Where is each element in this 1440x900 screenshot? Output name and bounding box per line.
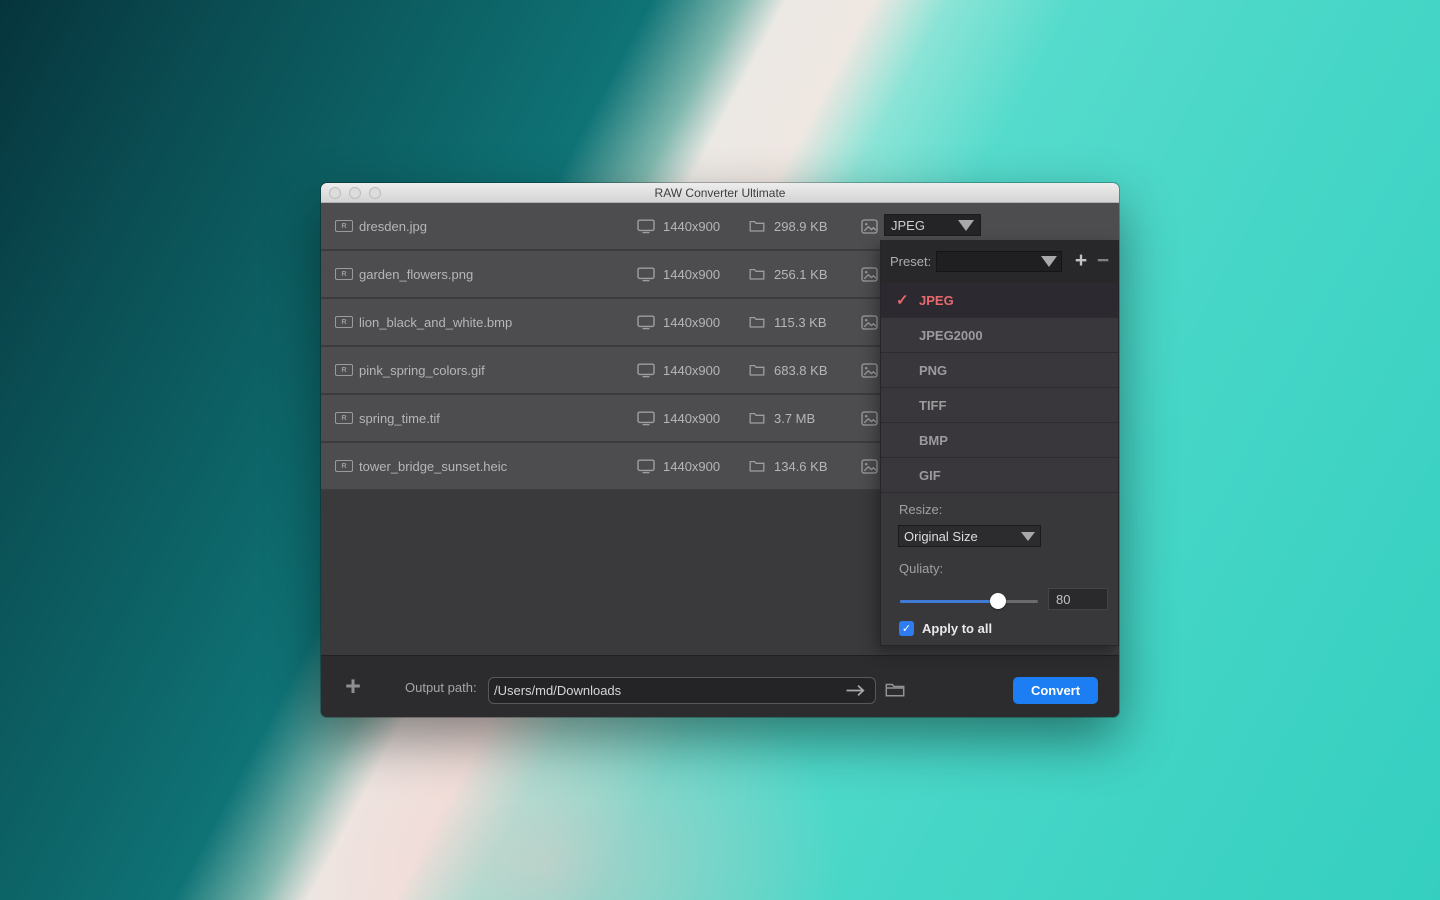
go-arrow-icon[interactable]: [845, 684, 866, 697]
format-option[interactable]: TIFF: [881, 388, 1118, 423]
folder-icon: [749, 251, 765, 297]
close-button[interactable]: [329, 187, 341, 199]
format-option[interactable]: PNG: [881, 353, 1118, 388]
monitor-icon: [637, 395, 655, 441]
monitor-icon: [637, 251, 655, 297]
checkmark-icon: ✓: [902, 622, 911, 635]
folder-icon: [749, 347, 765, 393]
raw-badge-icon: R: [335, 460, 353, 472]
folder-icon: [749, 203, 765, 249]
output-path-value: /Users/md/Downloads: [494, 683, 621, 698]
format-settings-panel: Preset: + − ✓ JPEG JPEG2000: [880, 240, 1119, 646]
raw-badge-icon: R: [335, 412, 353, 424]
convert-button[interactable]: Convert: [1013, 677, 1098, 704]
folder-icon: [749, 299, 765, 345]
resize-label: Resize:: [899, 502, 942, 517]
monitor-icon: [637, 347, 655, 393]
output-path-field[interactable]: /Users/md/Downloads: [488, 677, 876, 704]
raw-badge-icon: R: [335, 316, 353, 328]
quality-slider-thumb[interactable]: [990, 593, 1006, 609]
format-option-label: JPEG2000: [919, 328, 983, 343]
apply-to-all-checkbox[interactable]: ✓: [899, 621, 914, 636]
window-title: RAW Converter Ultimate: [321, 183, 1119, 203]
raw-badge-icon: R: [335, 364, 353, 376]
photo-icon[interactable]: [861, 443, 878, 489]
quality-label: Quliaty:: [899, 561, 943, 576]
photo-icon[interactable]: [861, 347, 878, 393]
file-size: 134.6 KB: [774, 443, 828, 489]
add-files-button[interactable]: +: [339, 673, 367, 701]
quality-slider[interactable]: [900, 593, 1038, 609]
file-name: dresden.jpg: [359, 203, 427, 249]
file-size: 3.7 MB: [774, 395, 815, 441]
raw-badge-icon: R: [335, 220, 353, 232]
resize-dropdown[interactable]: Original Size: [898, 525, 1041, 547]
format-option[interactable]: GIF: [881, 458, 1118, 493]
file-dimensions: 1440x900: [663, 299, 720, 345]
resize-value: Original Size: [904, 529, 1021, 544]
chevron-down-icon: [1041, 256, 1057, 267]
format-options-list: ✓ JPEG JPEG2000 PNG TIFF BMP: [881, 283, 1118, 493]
format-option-label: PNG: [919, 363, 947, 378]
output-format-dropdown[interactable]: JPEG: [884, 214, 981, 236]
file-dimensions: 1440x900: [663, 443, 720, 489]
photo-icon[interactable]: [861, 299, 878, 345]
resize-section: Resize: Original Size Quliaty: 80 ✓ Appl…: [881, 493, 1118, 645]
format-option[interactable]: JPEG2000: [881, 318, 1118, 353]
file-name: spring_time.tif: [359, 395, 440, 441]
output-path-label: Output path:: [405, 680, 477, 695]
zoom-button[interactable]: [369, 187, 381, 199]
file-dimensions: 1440x900: [663, 251, 720, 297]
file-size: 115.3 KB: [774, 299, 827, 345]
desktop-wallpaper: RAW Converter Ultimate R dresden.jpg 144…: [0, 0, 1440, 900]
remove-preset-button[interactable]: −: [1092, 249, 1114, 273]
format-option-label: JPEG: [919, 293, 954, 308]
browse-folder-icon[interactable]: [885, 682, 905, 698]
file-dimensions: 1440x900: [663, 347, 720, 393]
folder-icon: [749, 443, 765, 489]
preset-label: Preset:: [890, 254, 931, 269]
file-name: pink_spring_colors.gif: [359, 347, 485, 393]
file-name: garden_flowers.png: [359, 251, 473, 297]
apply-to-all-row[interactable]: ✓ Apply to all: [899, 621, 992, 636]
bottom-bar: + Output path: /Users/md/Downloads Conve…: [321, 655, 1119, 717]
file-name: lion_black_and_white.bmp: [359, 299, 512, 345]
monitor-icon: [637, 443, 655, 489]
format-option-label: TIFF: [919, 398, 946, 413]
output-format-value: JPEG: [891, 218, 958, 233]
file-size: 256.1 KB: [774, 251, 828, 297]
chevron-down-icon: [958, 220, 974, 231]
raw-badge-icon: R: [335, 268, 353, 280]
add-preset-button[interactable]: +: [1070, 249, 1092, 273]
file-dimensions: 1440x900: [663, 395, 720, 441]
preset-dropdown[interactable]: [936, 251, 1062, 272]
photo-icon[interactable]: [861, 203, 878, 249]
photo-icon[interactable]: [861, 395, 878, 441]
app-window: RAW Converter Ultimate R dresden.jpg 144…: [321, 183, 1119, 717]
format-option[interactable]: ✓ JPEG: [881, 283, 1118, 318]
chevron-down-icon: [1021, 532, 1035, 541]
folder-icon: [749, 395, 765, 441]
file-size: 683.8 KB: [774, 347, 828, 393]
quality-value-field[interactable]: 80: [1048, 588, 1108, 610]
minimize-button[interactable]: [349, 187, 361, 199]
file-name: tower_bridge_sunset.heic: [359, 443, 507, 489]
format-option-label: BMP: [919, 433, 948, 448]
monitor-icon: [637, 299, 655, 345]
format-option-label: GIF: [919, 468, 941, 483]
photo-icon[interactable]: [861, 251, 878, 297]
apply-to-all-label: Apply to all: [922, 621, 992, 636]
checkmark-icon: ✓: [896, 283, 909, 318]
quality-slider-fill: [900, 600, 998, 603]
file-size: 298.9 KB: [774, 203, 828, 249]
titlebar[interactable]: RAW Converter Ultimate: [321, 183, 1119, 203]
preset-row: Preset: + −: [881, 240, 1118, 283]
format-option[interactable]: BMP: [881, 423, 1118, 458]
monitor-icon: [637, 203, 655, 249]
file-dimensions: 1440x900: [663, 203, 720, 249]
